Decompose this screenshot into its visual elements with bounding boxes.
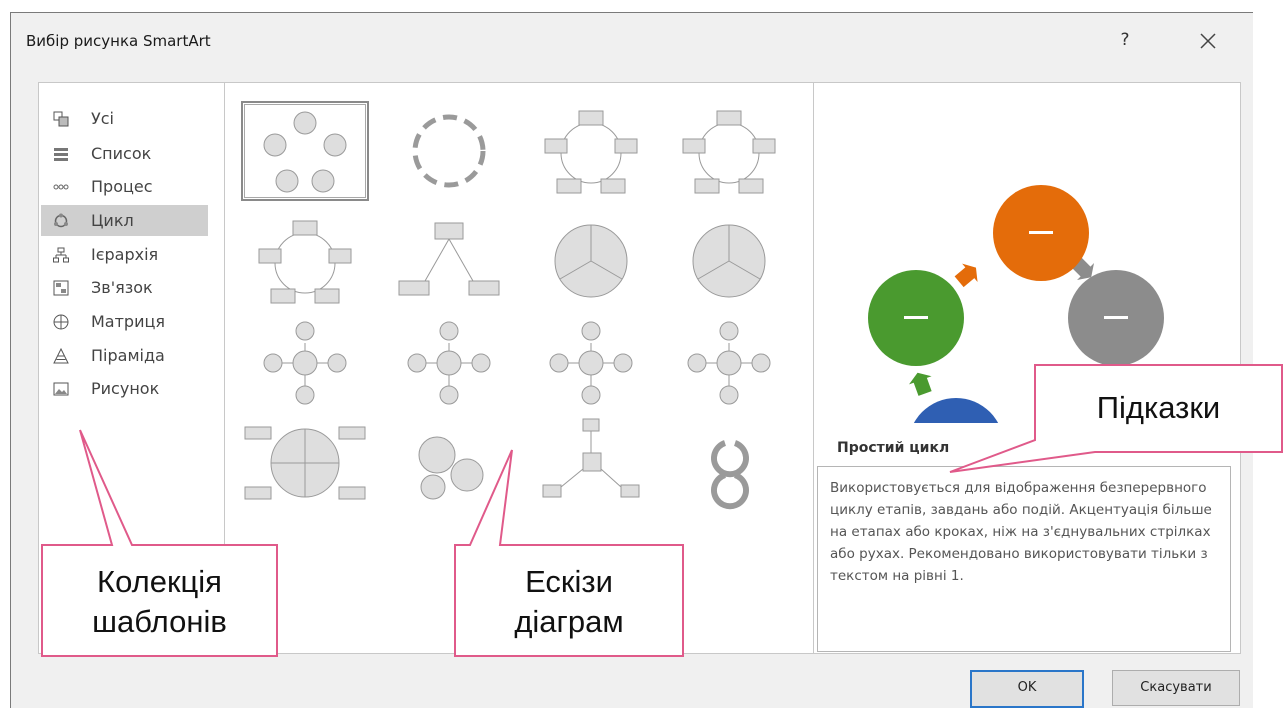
ok-button[interactable]: OK (970, 670, 1084, 708)
node-dash (904, 316, 928, 319)
thumbnail-diverging-radial[interactable] (527, 313, 655, 413)
category-label: Піраміда (91, 346, 165, 365)
all-icon (53, 111, 69, 127)
simple-cycle-sketch (263, 111, 347, 193)
close-icon (1200, 33, 1216, 49)
cycle-node (913, 398, 999, 423)
basic-radial-sketch (407, 321, 491, 405)
simple-cycle-preview (868, 185, 1164, 423)
thumbnail-basic-pie[interactable] (665, 211, 793, 311)
list-icon (54, 148, 68, 161)
thumbnail-text-cycle[interactable] (385, 101, 513, 201)
radial-cluster-sketch (687, 321, 771, 405)
category-process[interactable]: Процес (41, 171, 208, 202)
thumbnail-continuous-cycle[interactable] (241, 211, 369, 311)
callout-templates-line1: Колекція (97, 564, 222, 599)
process-icon (53, 184, 69, 190)
thumbnail-basic-radial[interactable] (385, 313, 513, 413)
category-label: Процес (91, 177, 153, 196)
category-matrix[interactable]: Матриця (41, 306, 208, 337)
help-button[interactable]: ? (1115, 30, 1135, 50)
category-label: Усі (91, 109, 114, 128)
thumbnail-multidirectional-cycle[interactable] (385, 211, 513, 311)
circle-arrows-sketch (711, 440, 749, 510)
category-picture[interactable]: Рисунок (41, 373, 208, 404)
preview-description-box: Використовується для відображення безпер… (817, 466, 1231, 652)
thumbnail-block-cycle[interactable] (527, 101, 655, 201)
thumbnail-radial-cluster[interactable] (665, 313, 793, 413)
multidirectional-cycle-sketch (398, 222, 500, 296)
cancel-button[interactable]: Скасувати (1112, 670, 1240, 706)
close-button[interactable] (1193, 26, 1223, 56)
picture-icon (53, 382, 69, 396)
category-label: Рисунок (91, 379, 160, 398)
radial-list-sketch (542, 418, 640, 498)
matrix-icon (53, 314, 69, 330)
cycle-matrix-sketch (244, 426, 366, 500)
category-list-item[interactable]: Список (41, 138, 208, 169)
callout-templates-line2: шаблонів (92, 604, 227, 639)
thumbnail-circle-arrows[interactable] (665, 413, 793, 513)
preview-description: Використовується для відображення безпер… (830, 480, 1212, 584)
preview-title: Простий цикл (837, 440, 950, 456)
segmented-cycle-sketch (554, 224, 628, 298)
category-pyramid[interactable]: Піраміда (41, 340, 208, 371)
thumbnail-segmented-cycle[interactable] (527, 211, 655, 311)
thumbnail-simple-cycle[interactable] (241, 101, 369, 201)
node-dash (1104, 316, 1128, 319)
pyramid-icon (53, 348, 69, 364)
category-label: Зв'язок (91, 278, 153, 297)
node-dash (1029, 231, 1053, 234)
diverging-radial-sketch (549, 321, 633, 405)
radial-cycle-sketch (263, 321, 347, 405)
thumbnail-cycle-matrix[interactable] (241, 413, 369, 513)
cycle-icon (54, 213, 68, 228)
nondirectional-cycle-sketch (682, 110, 776, 194)
category-cycle[interactable]: Цикл (41, 205, 208, 236)
category-label: Матриця (91, 312, 165, 331)
callout-hints: Підказки (1096, 390, 1221, 425)
callout-sketches-line2: діаграм (514, 604, 624, 639)
dialog-title: Вибір рисунка SmartArt (26, 32, 211, 50)
thumbnail-nondirectional-cycle[interactable] (665, 101, 793, 201)
hierarchy-icon (53, 247, 69, 263)
callout-sketches: Ескізи діаграм (455, 562, 683, 642)
cycle-arrow (909, 372, 932, 396)
callout-sketches-line1: Ескізи (525, 564, 613, 599)
category-label: Ієрархія (91, 245, 159, 264)
thumbnail-radial-list[interactable] (527, 413, 655, 513)
category-all[interactable]: Усі (41, 103, 208, 134)
gear-sketch (418, 436, 484, 500)
category-label: Цикл (91, 211, 134, 230)
category-relationship[interactable]: Зв'язок (41, 272, 208, 303)
thumbnail-gear[interactable] (385, 413, 513, 513)
basic-pie-sketch (692, 224, 766, 298)
continuous-cycle-sketch (258, 220, 352, 304)
thumbnail-radial-cycle[interactable] (241, 313, 369, 413)
text-cycle-sketch (412, 114, 486, 188)
callout-templates: Колекція шаблонів (42, 562, 277, 642)
cycle-arrow (954, 263, 978, 288)
category-label: Список (91, 144, 152, 163)
category-hierarchy[interactable]: Ієрархія (41, 239, 208, 270)
relationship-icon (53, 280, 69, 296)
block-cycle-sketch (544, 110, 638, 194)
